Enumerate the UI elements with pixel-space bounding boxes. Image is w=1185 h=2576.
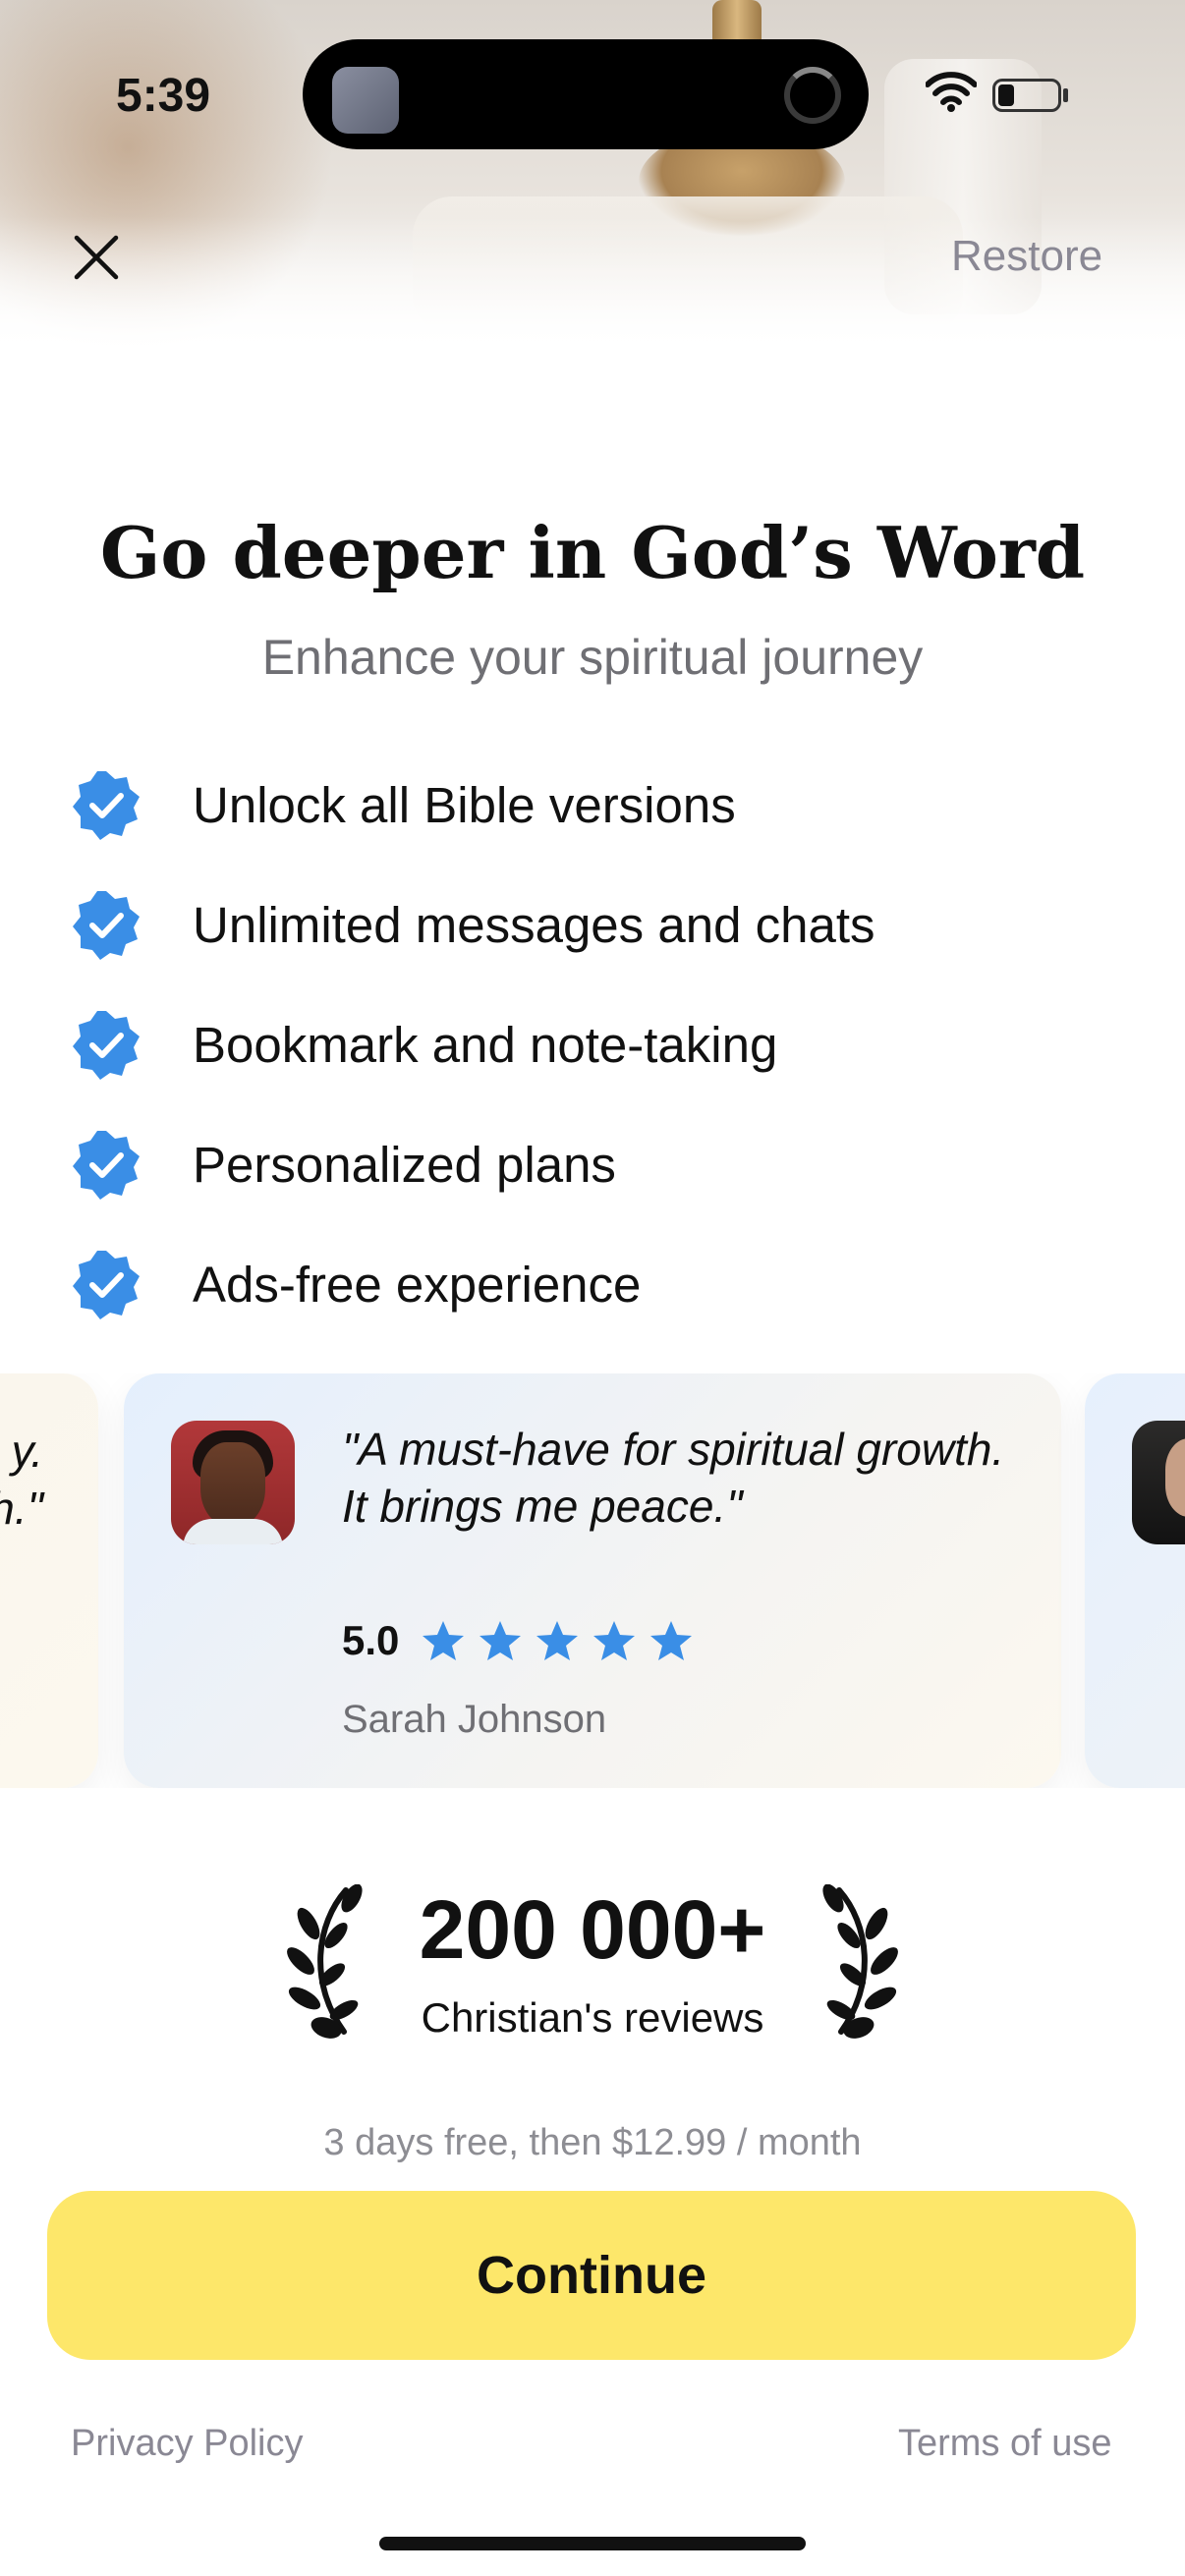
review-rating: 5.0 <box>342 1617 400 1663</box>
verified-check-icon <box>73 1131 140 1200</box>
verified-check-icon <box>73 1251 140 1319</box>
feature-label: Unlimited messages and chats <box>193 896 875 953</box>
feature-label: Personalized plans <box>193 1136 616 1193</box>
reviewer-avatar <box>1132 1421 1185 1544</box>
activity-spinner-icon <box>784 67 841 124</box>
restore-button[interactable]: Restore <box>951 232 1102 281</box>
feature-item: Bookmark and note-taking <box>71 984 1152 1104</box>
verified-check-icon <box>73 1011 140 1080</box>
review-count-label: Christian's reviews <box>421 1994 764 2041</box>
battery-icon <box>992 79 1061 112</box>
review-carousel[interactable]: y. h." "A must-have for spiritual growth… <box>0 1373 1185 1788</box>
shortcuts-app-icon <box>332 67 399 134</box>
star-icon <box>593 1621 635 1660</box>
dynamic-island <box>303 39 869 149</box>
review-quote: "A must-have for spiritual growth. It br… <box>342 1424 1005 1532</box>
pricing-text: 3 days free, then $12.99 / month <box>323 2122 862 2163</box>
review-quote-partial: y. h." <box>0 1426 43 1534</box>
feature-label: Bookmark and note-taking <box>193 1016 778 1073</box>
laurel-right-icon <box>822 1884 898 2039</box>
continue-button-label: Continue <box>477 2246 706 2305</box>
star-icon <box>650 1621 692 1660</box>
verified-check-icon <box>73 771 140 840</box>
feature-list: Unlock all Bible versions Unlimited mess… <box>71 745 1152 1344</box>
reviewer-name: Sarah Johnson <box>342 1698 607 1741</box>
status-time: 5:39 <box>116 70 211 122</box>
privacy-policy-link[interactable]: Privacy Policy <box>71 2423 304 2465</box>
feature-item: Unlock all Bible versions <box>71 745 1152 865</box>
feature-item: Personalized plans <box>71 1104 1152 1224</box>
continue-button[interactable]: Continue <box>47 2191 1136 2360</box>
reviewer-avatar <box>171 1421 295 1544</box>
battery-cap <box>1063 88 1068 102</box>
star-icon <box>423 1621 464 1660</box>
star-icon <box>480 1621 521 1660</box>
close-icon[interactable] <box>67 228 126 287</box>
verified-check-icon <box>73 891 140 960</box>
review-card-previous[interactable]: y. h." <box>0 1373 98 1788</box>
wifi-icon <box>926 72 977 112</box>
feature-item: Unlimited messages and chats <box>71 865 1152 984</box>
page-subtitle: Enhance your spiritual journey <box>261 630 924 685</box>
home-indicator[interactable] <box>379 2537 806 2550</box>
star-rating <box>421 1619 705 1664</box>
page-title: Go deeper in God’s Word <box>99 511 1086 594</box>
star-icon <box>536 1621 578 1660</box>
review-card-next[interactable] <box>1085 1373 1185 1788</box>
feature-item: Ads-free experience <box>71 1224 1152 1344</box>
review-card[interactable]: "A must-have for spiritual growth. It br… <box>124 1373 1061 1788</box>
feature-label: Ads-free experience <box>193 1256 642 1313</box>
review-count: 200 000+ <box>419 1883 766 1976</box>
feature-label: Unlock all Bible versions <box>193 776 736 833</box>
terms-of-use-link[interactable]: Terms of use <box>898 2423 1112 2465</box>
